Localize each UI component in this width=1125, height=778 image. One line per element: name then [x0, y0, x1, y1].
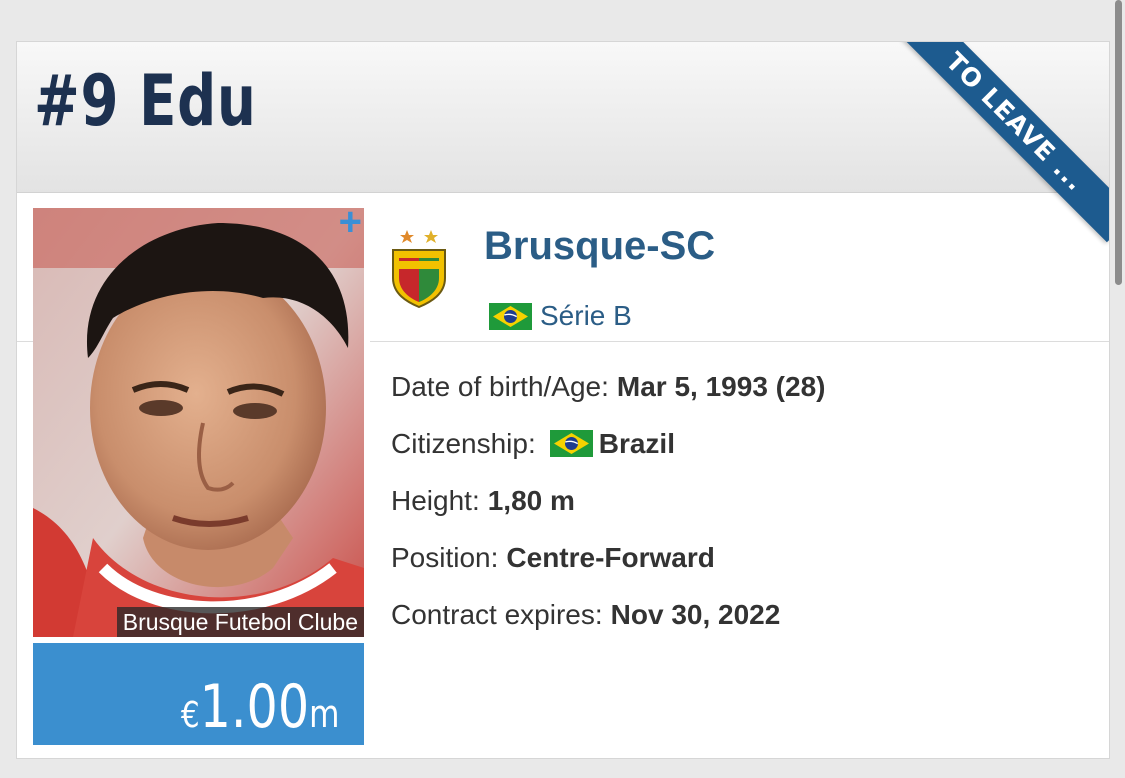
market-value-unit: m [309, 692, 340, 736]
market-value-currency: € [181, 695, 201, 736]
detail-label: Height: [391, 484, 480, 516]
detail-value: Mar 5, 1993 (28) [616, 370, 826, 402]
photo-caption: Brusque Futebol Clube [116, 607, 364, 637]
brazil-flag-icon [489, 302, 532, 330]
player-profile-card: #9 Edu TO LEAVE ... + Brusque Futebol Cl… [16, 41, 1110, 759]
detail-value: Nov 30, 2022 [610, 598, 781, 630]
detail-label: Contract expires: [391, 598, 603, 630]
detail-row-citizenship: Citizenship: Brazil [391, 415, 825, 472]
detail-value: Centre-Forward [506, 541, 715, 573]
detail-value: Brazil [598, 427, 675, 459]
divider [17, 341, 33, 342]
player-details: Date of birth/Age: Mar 5, 1993 (28) Citi… [391, 358, 825, 643]
detail-row-contract-expires: Contract expires: Nov 30, 2022 [391, 586, 825, 643]
market-value: €1.00m [181, 677, 340, 737]
player-photo[interactable]: + Brusque Futebol Clube [33, 208, 364, 637]
market-value-amount: 1.00 [200, 672, 310, 742]
brazil-flag-icon [549, 430, 593, 457]
player-portrait-image [33, 208, 364, 637]
page-scrollbar[interactable] [1115, 0, 1122, 285]
detail-value: 1,80 m [487, 484, 575, 516]
expand-photo-icon[interactable]: + [339, 208, 362, 242]
market-value-box[interactable]: €1.00m [33, 643, 364, 745]
divider [370, 341, 1109, 342]
detail-label: Position: [391, 541, 499, 573]
detail-label: Date of birth/Age: [391, 370, 609, 402]
league-link[interactable]: Série B [489, 299, 632, 333]
detail-row-date-of-birth: Date of birth/Age: Mar 5, 1993 (28) [391, 358, 825, 415]
brusque-crest-icon[interactable] [389, 228, 449, 308]
detail-row-height: Height: 1,80 m [391, 472, 825, 529]
player-title: #9 Edu [34, 60, 257, 142]
league-name: Série B [540, 300, 632, 331]
detail-row-position: Position: Centre-Forward [391, 529, 825, 586]
club-name-link[interactable]: Brusque-SC [484, 222, 715, 270]
detail-label: Citizenship: [391, 427, 536, 459]
